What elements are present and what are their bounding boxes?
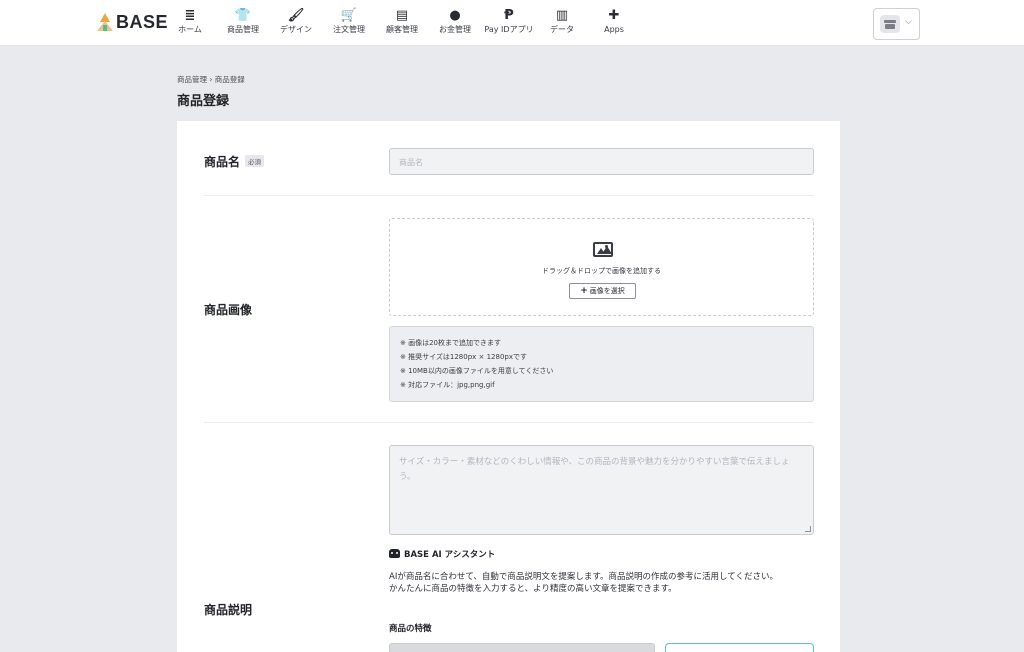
store-icon [880,15,900,33]
breadcrumb-parent-link[interactable]: 商品管理 [177,75,207,84]
puzzle-icon: ✚ [608,8,620,23]
drop-text: ドラッグ＆ドロップで画像を追加する [542,267,661,275]
home-list-icon: ≣ [184,8,196,23]
required-badge: 必須 [245,155,265,167]
product-form-card: 商品名 必須 商品名 商品画像 ドラッグ＆ドロップで画像を追加する + 画像を選択 … [177,121,840,652]
nav-item-products[interactable]: 👕 商品管理 [227,7,259,36]
ai-suggest-button[interactable] [665,643,814,652]
breadcrumb-current: 商品登録 [214,75,245,84]
image-notes-box: ※ 画像は20枚まで追加できます ※ 推奨サイズは1280px × 1280px… [389,326,814,402]
ai-desc-line-2: かんたんに商品の特徴を入力すると、より精度の高い文章を提案できます。 [389,584,677,594]
row-divider [204,195,814,196]
nav-item-money[interactable]: ● お金管理 [439,7,471,36]
ai-desc-line-1: AIが商品名に合わせて、自動で商品説明文を提案します。商品説明の作成の参考に活用… [389,572,779,582]
nav-item-customers[interactable]: ▤ 顧客管理 [386,7,418,36]
customer-card-icon: ▤ [395,8,409,23]
ai-assistant-description: AIが商品名に合わせて、自動で商品説明文を提案します。商品説明の作成の参考に活用… [389,571,809,595]
ai-assistant-title: BASE AI アシスタント [389,548,495,560]
nav-label: Apps [604,25,624,34]
nav-label: データ [550,25,574,34]
robot-icon [389,549,400,558]
nav-label: お金管理 [439,25,471,34]
image-note: ※ 画像は20枚まで追加できます [400,339,501,347]
nav-item-payid[interactable]: Ᵽ Pay IDアプリ [484,7,533,36]
product-description-label: 商品説明 [204,603,253,617]
resize-handle[interactable] [805,526,811,532]
chart-icon: ▥ [555,8,569,23]
select-image-label: 画像を選択 [589,287,625,295]
nav-item-apps[interactable]: ✚ Apps [604,7,624,36]
description-placeholder: サイズ・カラー・素材などのくわしい情報や、この商品の背景や魅力を分かりやすい言葉… [399,457,790,482]
product-description-textarea[interactable]: サイズ・カラー・素材などのくわしい情報や、この商品の背景や魅力を分かりやすい言葉… [389,445,814,535]
money-bag-icon: ● [449,8,461,23]
product-name-label: 商品名 必須 [204,153,265,170]
plus-icon: + [580,286,588,296]
nav-item-design[interactable]: 🖌 デザイン [280,7,312,36]
product-image-label: 商品画像 [204,303,253,317]
ai-assistant-title-text: BASE AI アシスタント [404,550,496,560]
payid-icon: Ᵽ [504,8,514,23]
base-logo[interactable]: BASE [97,12,168,32]
nav-label: 顧客管理 [386,25,418,34]
image-icon [593,242,613,257]
nav-label: 商品管理 [227,25,259,34]
top-navigation-bar: BASE ≣ ホーム 👕 商品管理 🖌 デザイン 🛒 注文管理 ▤ 顧客管理 ●… [0,0,1024,46]
nav-item-home[interactable]: ≣ ホーム [178,7,202,36]
nav-label: ホーム [178,25,202,34]
nav-label: デザイン [280,25,312,34]
image-note: ※ 推奨サイズは1280px × 1280pxです [400,353,527,361]
nav-item-orders[interactable]: 🛒 注文管理 [333,7,365,36]
nav-label: 注文管理 [333,25,365,34]
image-dropzone[interactable]: ドラッグ＆ドロップで画像を追加する + 画像を選択 [389,218,814,316]
image-note: ※ 対応ファイル：jpg,png,gif [400,381,495,389]
product-feature-label: 商品の特徴 [389,624,432,634]
nav-item-data[interactable]: ▥ データ [550,7,574,36]
breadcrumb: 商品管理 › 商品登録 [177,74,245,85]
product-name-label-text: 商品名 [204,155,241,169]
breadcrumb-separator: › [209,75,213,84]
select-image-button[interactable]: + 画像を選択 [569,283,636,299]
logo-text: BASE [116,11,169,32]
page-title: 商品登録 [177,94,230,109]
nav-label: Pay IDアプリ [484,25,534,34]
chevron-down-icon: ⌵ [905,17,912,27]
product-feature-input[interactable] [389,643,655,652]
image-note: ※ 10MB以内の画像ファイルを用意してください [400,367,554,375]
base-logo-icon [97,13,113,31]
tshirt-icon: 👕 [234,8,252,23]
brush-icon: 🖌 [287,8,305,23]
shop-switcher-button[interactable]: ⌵ [873,8,920,40]
cart-icon: 🛒 [340,8,358,23]
row-divider [204,422,814,423]
product-name-input[interactable]: 商品名 [389,148,814,175]
